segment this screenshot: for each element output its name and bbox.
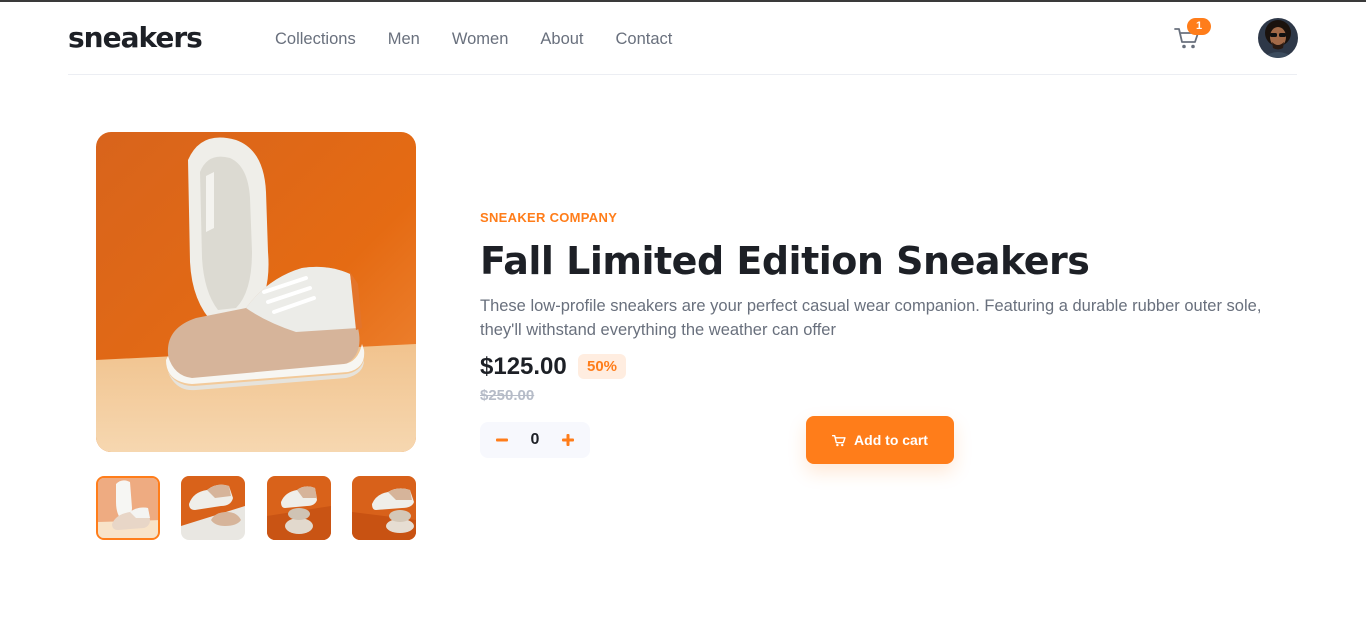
nav-women[interactable]: Women: [452, 28, 509, 50]
minus-icon[interactable]: [486, 422, 518, 458]
add-to-cart-button[interactable]: Add to cart: [806, 416, 954, 464]
nav-contact[interactable]: Contact: [616, 28, 673, 50]
thumbnail-selected-overlay: [98, 478, 158, 538]
main-nav: Collections Men Women About Contact: [275, 28, 704, 50]
plus-icon[interactable]: [552, 422, 584, 458]
current-price: $125.00: [480, 353, 567, 380]
quantity-stepper: 0: [480, 422, 590, 458]
company-label: SNEAKER COMPANY: [480, 210, 618, 225]
main-product-image[interactable]: [96, 132, 416, 452]
quantity-value: 0: [530, 431, 540, 448]
user-avatar[interactable]: [1258, 18, 1298, 58]
product-description: These low-profile sneakers are your perf…: [480, 297, 1262, 339]
thumbnail-4[interactable]: [352, 476, 416, 540]
thumbnail-3[interactable]: [267, 476, 331, 540]
nav-collections[interactable]: Collections: [275, 28, 356, 50]
logo[interactable]: sneakers: [68, 20, 203, 56]
site-header: sneakers Collections Men Women About Con…: [68, 2, 1298, 75]
cart-icon: [832, 434, 846, 446]
product-title: Fall Limited Edition Sneakers: [480, 239, 1090, 283]
discount-badge: 50%: [578, 354, 626, 379]
thumbnail-2[interactable]: [181, 476, 245, 540]
nav-men[interactable]: Men: [388, 28, 420, 50]
nav-about[interactable]: About: [540, 28, 583, 50]
thumbnail-1[interactable]: [96, 476, 160, 540]
original-price: $250.00: [480, 387, 535, 404]
add-to-cart-label: Add to cart: [854, 432, 928, 448]
cart-count-badge: 1: [1187, 18, 1211, 35]
